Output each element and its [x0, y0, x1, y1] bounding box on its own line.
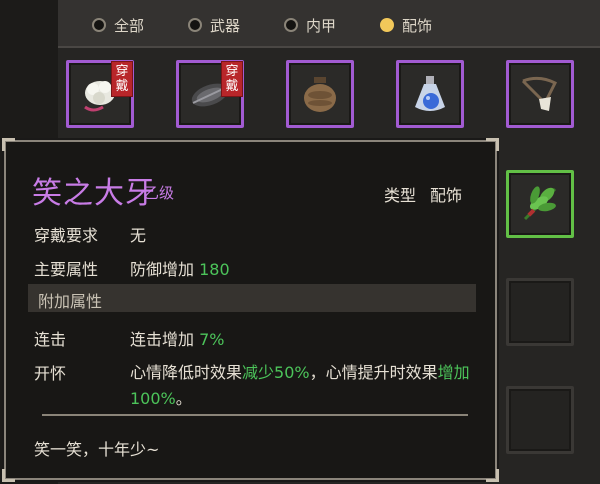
item-tooltip: 笑之大牙 乙级 类型 配饰 穿戴要求 无 主要属性 防御增加 180 附加属性 …: [2, 138, 499, 482]
blue-potion-flask-icon: [415, 76, 445, 111]
main-attr-value: 防御增加 180: [130, 256, 230, 280]
item-name: 笑之大牙: [32, 176, 156, 211]
cheer-description: 心情降低时效果减少50%，心情提升时效果增加100%。: [130, 360, 476, 412]
tab-accessory[interactable]: 配饰: [380, 14, 432, 36]
requirement-value: 无: [130, 226, 147, 245]
combo-number: 7%: [199, 330, 225, 349]
inventory-slot[interactable]: 穿戴: [176, 60, 244, 128]
cheer-text: 。: [175, 389, 192, 408]
combo-label: 连击: [34, 330, 67, 349]
cheer-label: 开怀: [34, 364, 67, 383]
inventory-slot-empty[interactable]: [506, 278, 574, 346]
tab-label: 武器: [210, 16, 241, 35]
main-attr-number: 180: [199, 260, 230, 279]
worn-badge: 穿戴: [221, 61, 243, 97]
filter-bar: 全部 武器 内甲 配饰: [58, 0, 600, 48]
combo-value: 连击增加 7%: [130, 326, 225, 350]
item-grade: 乙级: [144, 184, 175, 202]
inventory-slot[interactable]: [286, 60, 354, 128]
type-value: 配饰: [430, 186, 463, 205]
corner-ornament: [486, 138, 499, 151]
tab-weapon[interactable]: 武器: [188, 14, 240, 36]
inventory-slot[interactable]: [506, 170, 574, 238]
section-title: 附加属性: [38, 292, 103, 311]
extra-attr-section: 附加属性: [28, 284, 476, 312]
radio-icon: [188, 18, 202, 32]
inventory-slot-empty[interactable]: [506, 386, 574, 454]
corner-ornament: [2, 138, 15, 151]
radio-icon: [92, 18, 106, 32]
tab-all[interactable]: 全部: [92, 14, 144, 36]
requirement-label: 穿戴要求: [34, 226, 99, 245]
cheer-text: 心情降低时效果: [130, 363, 243, 382]
cord-pendant-icon: [521, 76, 558, 111]
tab-label: 配饰: [402, 16, 433, 35]
cheer-highlight: 减少50%: [242, 363, 310, 382]
inventory-slot[interactable]: [506, 60, 574, 128]
corner-ornament: [486, 469, 499, 482]
tab-label: 内甲: [306, 16, 337, 35]
main-attr-text: 防御增加: [130, 260, 195, 279]
worn-badge: 穿戴: [111, 61, 133, 97]
cheer-text: ，心情提升时效果: [309, 363, 438, 382]
flavor-text: 笑一笑，十年少~: [34, 440, 160, 459]
corner-ornament: [2, 469, 15, 482]
tab-inner-armor[interactable]: 内甲: [284, 14, 336, 36]
herb-bundle-icon: [523, 186, 557, 221]
combo-text: 连击增加: [130, 330, 195, 349]
main-attr-label: 主要属性: [34, 260, 99, 279]
inventory-slot[interactable]: [396, 60, 464, 128]
radio-selected-icon: [380, 18, 394, 32]
tab-label: 全部: [114, 16, 145, 35]
inventory-slot[interactable]: 穿戴: [66, 60, 134, 128]
type-label: 类型: [384, 186, 417, 205]
divider: [42, 414, 468, 416]
radio-icon: [284, 18, 298, 32]
clay-jar-icon: [304, 77, 336, 112]
